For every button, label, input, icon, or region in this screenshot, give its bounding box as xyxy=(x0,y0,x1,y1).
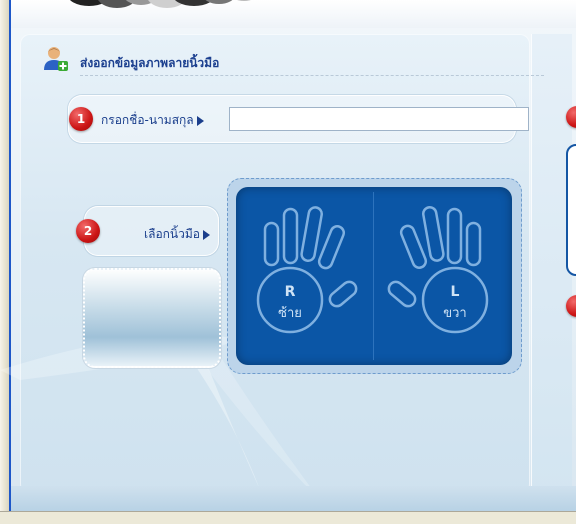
finger-left-thumb[interactable] xyxy=(386,279,418,309)
left-hand-label: ขวา xyxy=(443,306,467,321)
finger-right-thumb[interactable] xyxy=(327,279,359,309)
banner xyxy=(11,0,576,28)
finger-left-ring[interactable] xyxy=(446,207,463,265)
section-header: ส่งออกข้อมูลภาพลายนิ้วมือ xyxy=(34,46,544,76)
fingerprint-preview xyxy=(83,268,221,368)
section-title: ส่งออกข้อมูลภาพลายนิ้วมือ xyxy=(80,56,220,70)
window-bottom-frame xyxy=(0,511,576,524)
add-user-icon xyxy=(44,47,68,71)
hand-divider xyxy=(373,192,374,360)
finger-right-middle[interactable] xyxy=(300,206,323,263)
finger-right-ring[interactable] xyxy=(282,207,299,265)
finger-select-label: เลือกนิ้วมือ xyxy=(144,225,210,244)
finger-left-index[interactable] xyxy=(399,224,428,270)
finger-right-pinky[interactable] xyxy=(263,221,280,267)
name-input[interactable] xyxy=(229,107,529,131)
panel-bottom-edge xyxy=(11,486,576,511)
arrow-right-icon xyxy=(203,229,210,240)
finger-left-pinky[interactable] xyxy=(465,221,482,267)
finger-right-index[interactable] xyxy=(317,224,346,270)
step-1-badge: 1 xyxy=(69,107,93,131)
right-hand-letter: R xyxy=(284,284,296,300)
finger-left-middle[interactable] xyxy=(422,205,445,262)
right-preview-box xyxy=(566,144,576,276)
step-2-badge: 2 xyxy=(76,219,100,243)
finger-select-label-text: เลือกนิ้วมือ xyxy=(144,227,200,241)
section-divider xyxy=(80,75,544,76)
name-label: กรอกชื่อ-นามสกุล xyxy=(101,111,204,130)
right-hand-label: ซ้าย xyxy=(278,306,302,321)
left-hand-letter: L xyxy=(450,284,460,300)
arrow-right-icon xyxy=(196,115,204,126)
name-label-text: กรอกชื่อ-นามสกุล xyxy=(101,113,194,127)
scanner-devices-image xyxy=(69,0,251,8)
